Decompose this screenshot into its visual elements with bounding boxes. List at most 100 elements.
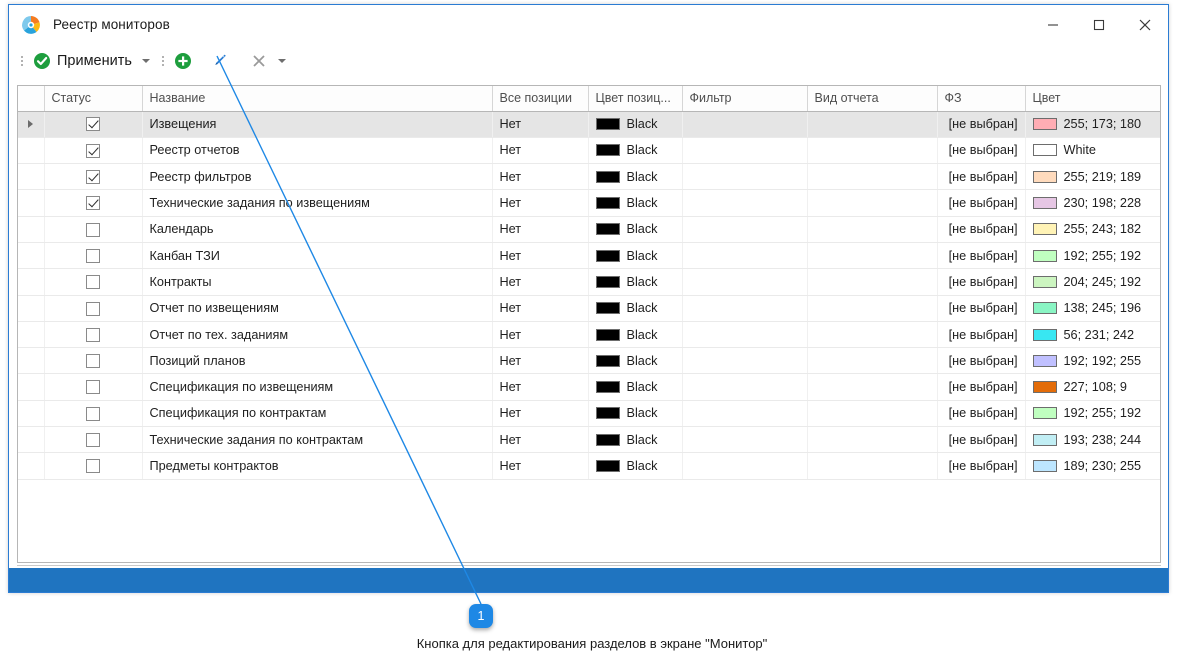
cell-status[interactable] [44,295,143,322]
cell-fz[interactable]: [не выбран] [937,268,1026,296]
apply-dropdown-caret-icon[interactable] [141,59,150,63]
table-row[interactable]: Календарь Нет Black [не выбран] 255; 243; 18… [18,216,1160,243]
cell-report-kind[interactable] [807,400,938,428]
status-checkbox[interactable] [86,354,100,369]
cell-fz[interactable]: [не выбран] [937,163,1026,191]
cell-filter[interactable] [682,452,808,480]
cell-positions-color[interactable]: Black [588,426,683,454]
row-indicator[interactable] [18,426,45,454]
cell-status[interactable] [44,400,143,428]
cell-status[interactable] [44,216,143,243]
cell-fz[interactable]: [не выбран] [937,452,1026,480]
delete-button[interactable] [246,48,272,74]
cell-filter[interactable] [682,373,808,401]
cell-status[interactable] [44,242,143,270]
cell-filter[interactable] [682,189,808,217]
table-row[interactable]: Спецификация по контрактам Нет Black [не вы… [18,400,1160,428]
cell-filter[interactable] [682,295,808,322]
edit-button[interactable] [206,48,232,74]
cell-all-positions[interactable]: Нет [492,295,589,322]
column-header-positions-color[interactable]: Цвет позиц... [588,86,683,112]
table-row[interactable]: Извещения Нет Black [не выбран] 255; 173; 18… [18,111,1160,138]
column-header-filter[interactable]: Фильтр [682,86,808,112]
cell-positions-color[interactable]: Black [588,268,683,296]
cell-color[interactable]: 230; 198; 228 [1025,189,1160,217]
cell-positions-color[interactable]: Black [588,111,683,138]
row-indicator[interactable] [18,242,45,270]
cell-color[interactable]: 255; 219; 189 [1025,163,1160,191]
row-indicator[interactable] [18,111,45,138]
add-button[interactable] [170,48,196,74]
table-row[interactable]: Предметы контрактов Нет Black [не выбран] 18… [18,452,1160,480]
cell-color[interactable]: 192; 255; 192 [1025,400,1160,428]
cell-all-positions[interactable]: Нет [492,189,589,217]
cell-report-kind[interactable] [807,452,938,480]
cell-report-kind[interactable] [807,347,938,375]
column-header-fz[interactable]: ФЗ [937,86,1026,112]
cell-color[interactable]: 193; 238; 244 [1025,426,1160,454]
cell-report-kind[interactable] [807,163,938,191]
cell-fz[interactable]: [не выбран] [937,295,1026,322]
column-header-all-positions[interactable]: Все позиции [492,86,589,112]
cell-all-positions[interactable]: Нет [492,321,589,349]
cell-report-kind[interactable] [807,426,938,454]
status-checkbox[interactable] [86,170,100,185]
cell-positions-color[interactable]: Black [588,242,683,270]
cell-positions-color[interactable]: Black [588,347,683,375]
row-indicator[interactable] [18,373,45,401]
table-row[interactable]: Технические задания по извещениям Нет Blac… [18,189,1160,217]
table-row[interactable]: Позиций планов Нет Black [не выбран] 192; 19… [18,347,1160,375]
minimize-icon[interactable] [1030,6,1076,44]
status-checkbox[interactable] [86,222,100,237]
cell-all-positions[interactable]: Нет [492,111,589,138]
table-row[interactable]: Отчет по извещениям Нет Black [не выбран] 13… [18,295,1160,322]
cell-filter[interactable] [682,321,808,349]
status-checkbox[interactable] [86,459,100,474]
cell-filter[interactable] [682,111,808,138]
table-row[interactable]: Технические задания по контрактам Нет Blac… [18,426,1160,454]
status-checkbox[interactable] [86,248,100,263]
cell-all-positions[interactable]: Нет [492,373,589,401]
status-checkbox[interactable] [86,301,100,316]
cell-report-kind[interactable] [807,321,938,349]
apply-button[interactable]: Применить [29,48,136,74]
status-checkbox[interactable] [86,327,100,342]
status-checkbox[interactable] [86,196,100,211]
cell-name[interactable]: Технические задания по извещениям [142,189,493,217]
cell-color[interactable]: 255; 243; 182 [1025,216,1160,243]
cell-color[interactable]: 138; 245; 196 [1025,295,1160,322]
delete-dropdown-caret-icon[interactable] [277,59,286,63]
status-checkbox[interactable] [86,380,100,395]
cell-positions-color[interactable]: Black [588,163,683,191]
cell-fz[interactable]: [не выбран] [937,373,1026,401]
cell-positions-color[interactable]: Black [588,452,683,480]
row-indicator[interactable] [18,137,45,165]
cell-fz[interactable]: [не выбран] [937,321,1026,349]
status-checkbox[interactable] [86,117,100,132]
cell-positions-color[interactable]: Black [588,400,683,428]
cell-filter[interactable] [682,347,808,375]
cell-filter[interactable] [682,400,808,428]
row-indicator[interactable] [18,347,45,375]
cell-fz[interactable]: [не выбран] [937,242,1026,270]
table-row[interactable]: Контракты Нет Black [не выбран] 204; 245; 19… [18,268,1160,296]
cell-status[interactable] [44,111,143,138]
cell-report-kind[interactable] [807,268,938,296]
cell-name[interactable]: Отчет по тех. заданиям [142,321,493,349]
cell-report-kind[interactable] [807,137,938,165]
cell-name[interactable]: Отчет по извещениям [142,295,493,322]
status-checkbox[interactable] [86,143,100,158]
maximize-icon[interactable] [1076,6,1122,44]
cell-color[interactable]: 189; 230; 255 [1025,452,1160,480]
cell-filter[interactable] [682,426,808,454]
column-header-status[interactable]: Статус [44,86,143,112]
table-row[interactable]: Канбан ТЗИ Нет Black [не выбран] 192; 255; 1… [18,242,1160,270]
cell-fz[interactable]: [не выбран] [937,426,1026,454]
cell-fz[interactable]: [не выбран] [937,216,1026,243]
cell-positions-color[interactable]: Black [588,295,683,322]
cell-status[interactable] [44,137,143,165]
cell-report-kind[interactable] [807,216,938,243]
cell-name[interactable]: Технические задания по контрактам [142,426,493,454]
cell-report-kind[interactable] [807,189,938,217]
status-checkbox[interactable] [86,275,100,290]
